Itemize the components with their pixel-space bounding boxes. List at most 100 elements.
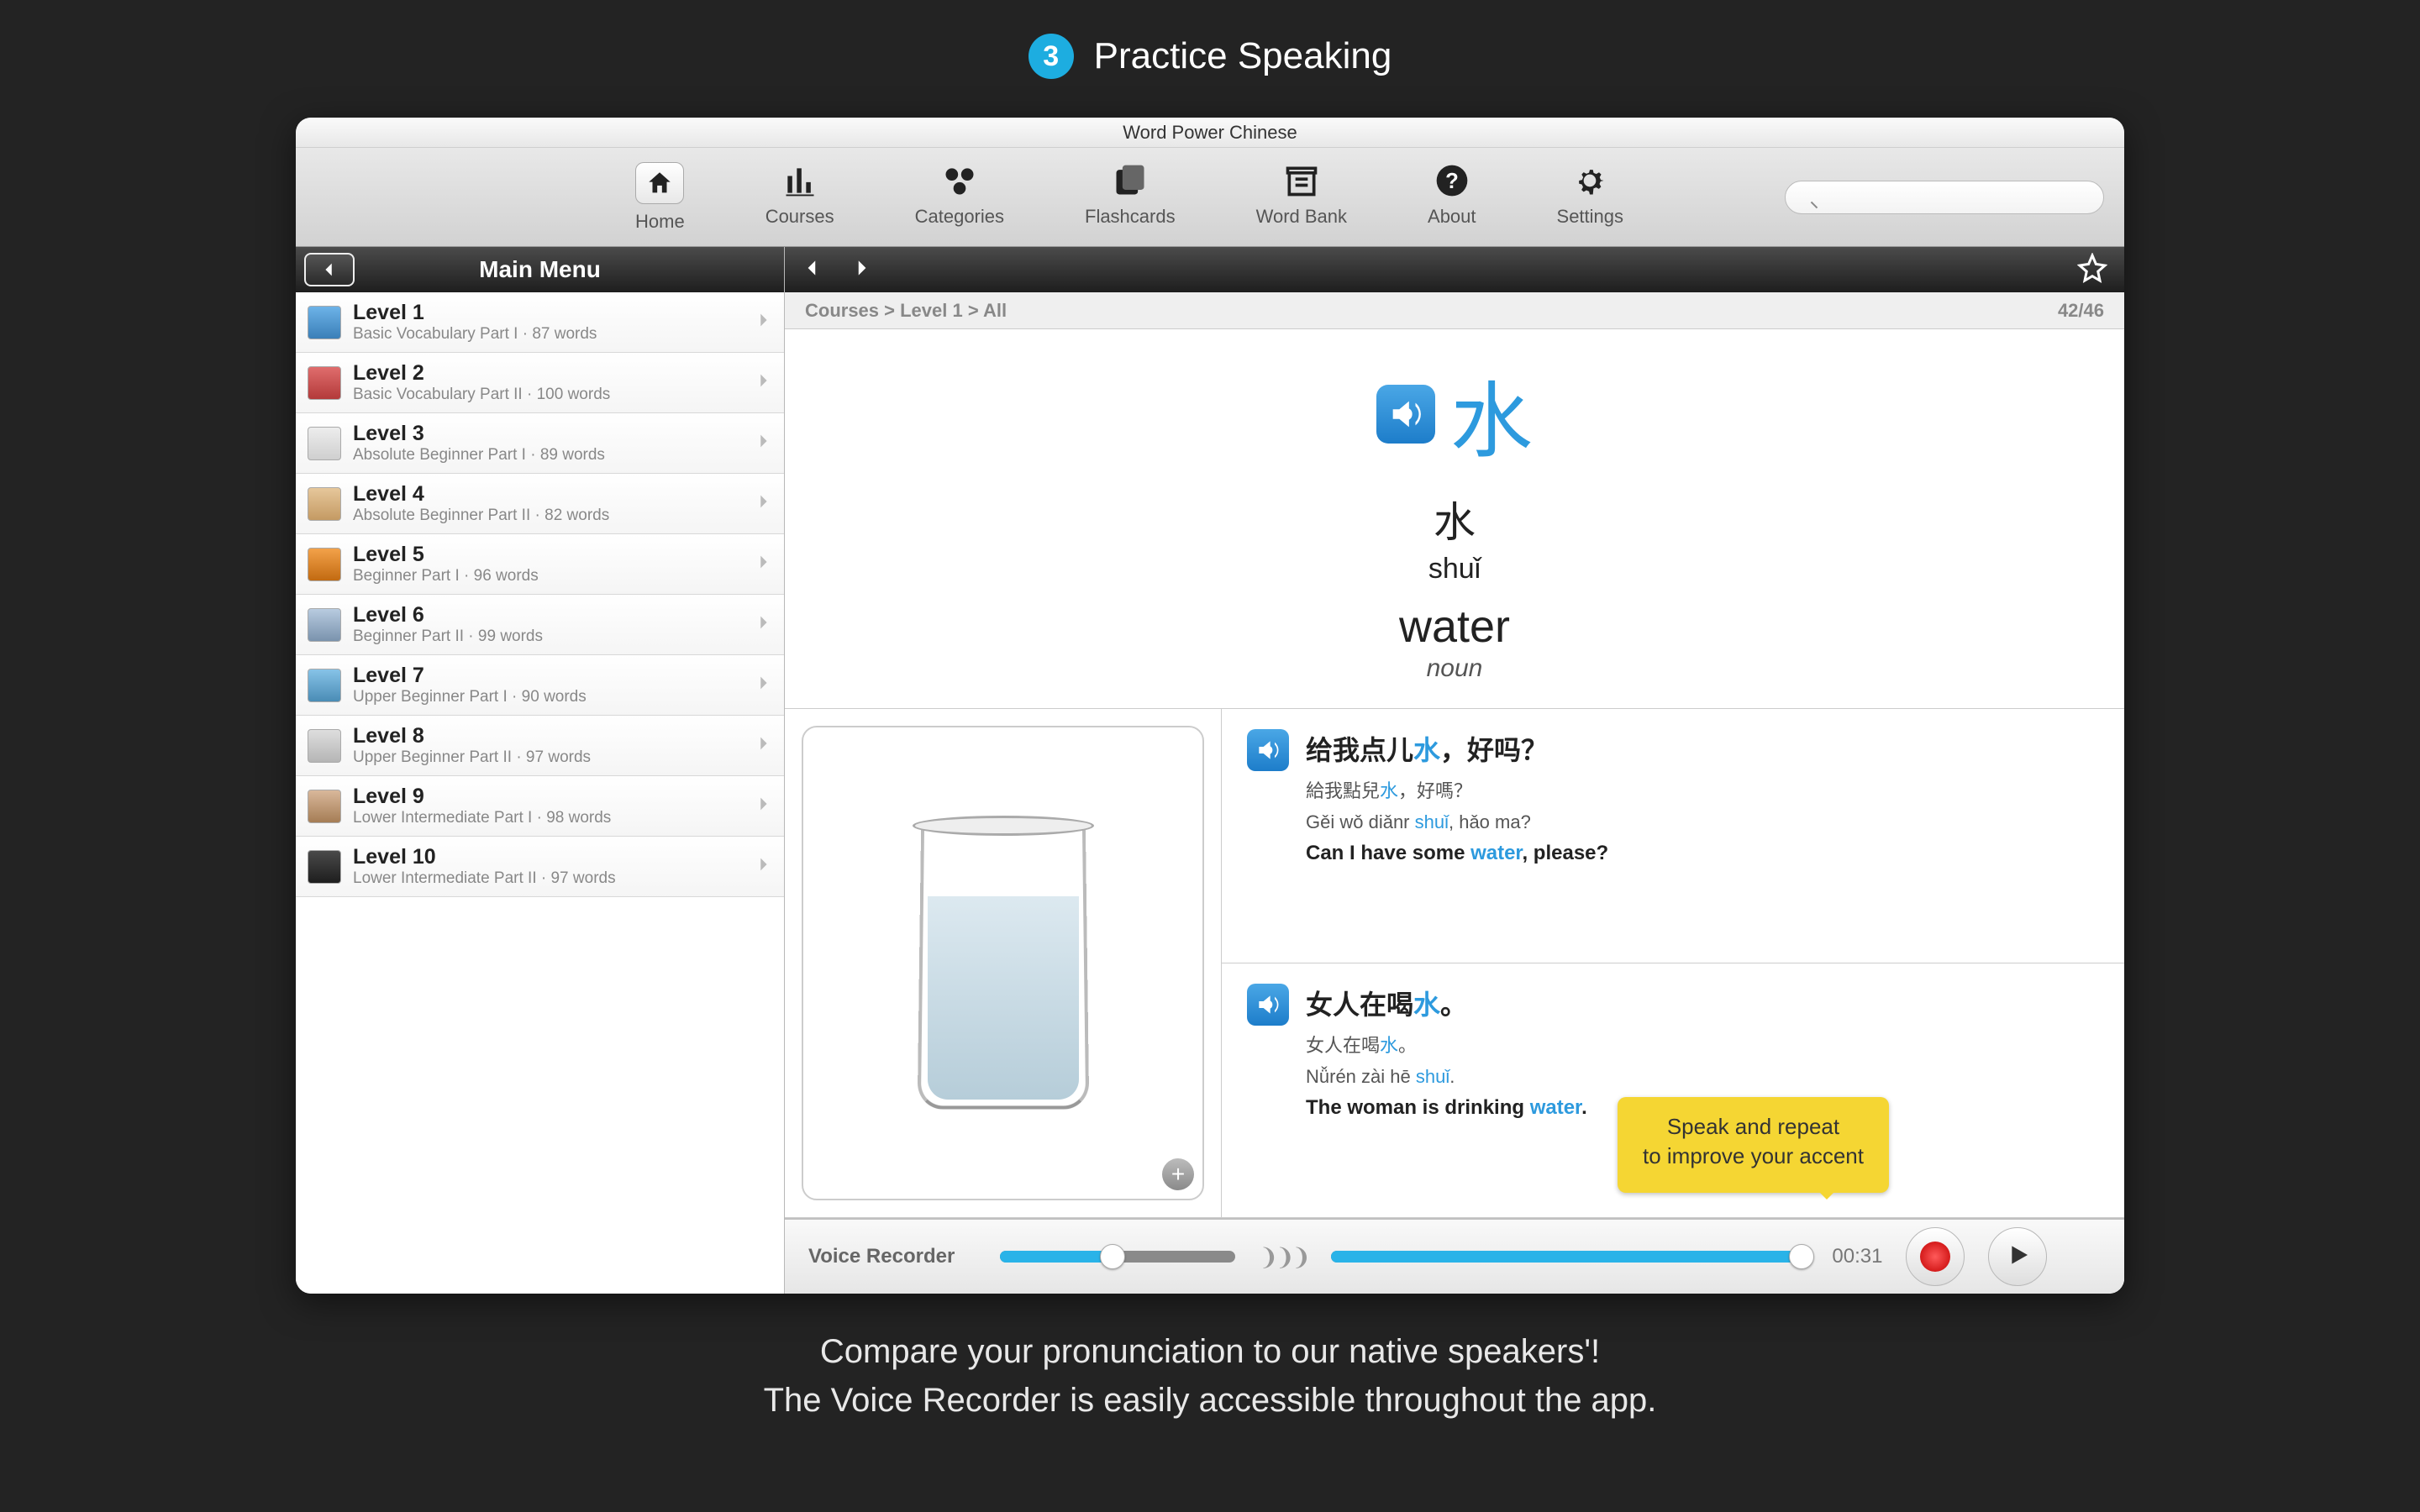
level-thumb (308, 669, 341, 702)
record-icon (1920, 1242, 1950, 1272)
settings-button[interactable]: Settings (1557, 162, 1624, 233)
chart-icon (781, 162, 818, 199)
categories-label: Categories (915, 206, 1004, 228)
chevron-right-icon (754, 553, 772, 575)
question-icon: ? (1434, 162, 1470, 199)
water-glass-illustration (919, 821, 1087, 1106)
word-part-of-speech: noun (785, 654, 2124, 683)
level-name: Level 4 (353, 482, 742, 507)
toolbar: Home Courses Categories Flashcards Word … (296, 148, 2124, 247)
card-navbar (785, 247, 2124, 292)
sentence-simplified: 给我点儿水，好吗？ (1306, 729, 1608, 768)
breadcrumb-path: Courses > Level 1 > All (805, 300, 1007, 322)
sidebar-item-level-1[interactable]: Level 1Basic Vocabulary Part I · 87 word… (296, 292, 784, 353)
flashcards-label: Flashcards (1085, 206, 1176, 228)
sidebar-item-level-8[interactable]: Level 8Upper Beginner Part II · 97 words (296, 716, 784, 776)
play-sentence-audio-button[interactable] (1247, 729, 1289, 771)
chevron-right-icon (754, 311, 772, 333)
sidebar-item-level-2[interactable]: Level 2Basic Vocabulary Part II · 100 wo… (296, 353, 784, 413)
level-name: Level 6 (353, 603, 742, 627)
courses-button[interactable]: Courses (765, 162, 834, 233)
wordbank-button[interactable]: Word Bank (1256, 162, 1347, 233)
sidebar-item-level-9[interactable]: Level 9Lower Intermediate Part I · 98 wo… (296, 776, 784, 837)
level-name: Level 8 (353, 724, 742, 748)
about-label: About (1428, 206, 1476, 228)
search-input[interactable] (1785, 181, 2104, 214)
word-pinyin: shuǐ (785, 553, 2124, 585)
sentence-simplified: 女人在喝水。 (1306, 984, 1587, 1022)
level-thumb (308, 608, 341, 642)
recorder-time: 00:31 (1832, 1245, 1882, 1268)
card-counter: 42/46 (2058, 300, 2104, 322)
sidebar-item-level-7[interactable]: Level 7Upper Beginner Part I · 90 words (296, 655, 784, 716)
chevron-right-icon (754, 371, 772, 394)
level-thumb (308, 729, 341, 763)
next-card-button[interactable] (850, 257, 872, 283)
record-button[interactable] (1906, 1227, 1965, 1286)
main-panel: Courses > Level 1 > All 42/46 水 水 shuǐ w… (785, 247, 2124, 1294)
level-name: Level 5 (353, 543, 742, 567)
chevron-right-icon (754, 674, 772, 696)
step-number-badge: 3 (1028, 34, 1074, 79)
sidebar-header: Main Menu (296, 247, 784, 292)
sidebar-item-level-10[interactable]: Level 10Lower Intermediate Part II · 97 … (296, 837, 784, 897)
level-thumb (308, 306, 341, 339)
chevron-right-icon (754, 855, 772, 878)
level-thumb (308, 790, 341, 823)
play-recording-button[interactable] (1988, 1227, 2047, 1286)
zoom-image-button[interactable]: + (1162, 1158, 1194, 1190)
about-button[interactable]: ? About (1428, 162, 1476, 233)
play-icon (2004, 1242, 2031, 1273)
callout-line1: Speak and repeat (1643, 1112, 1864, 1142)
word-header: 水 水 shuǐ water noun (785, 329, 2124, 709)
favorite-button[interactable] (2077, 253, 2107, 287)
sentence-row: 给我点儿水，好吗？ 給我點兒水，好嗎？ Gěi wǒ diǎnr shuǐ, hǎo… (1222, 709, 2124, 963)
sentence-traditional: 給我點兒水，好嗎？ (1306, 776, 1608, 803)
back-button[interactable] (304, 253, 355, 286)
play-sentence-audio-button[interactable] (1247, 984, 1289, 1026)
app-window: Word Power Chinese Home Courses Categori… (296, 118, 2124, 1294)
svg-text:?: ? (1445, 170, 1459, 193)
level-subtitle: Absolute Beginner Part II · 82 words (353, 507, 742, 525)
level-subtitle: Upper Beginner Part I · 90 words (353, 688, 742, 706)
image-panel: + (785, 709, 1222, 1217)
level-thumb (308, 366, 341, 400)
chevron-right-icon (754, 492, 772, 515)
wordbank-label: Word Bank (1256, 206, 1347, 228)
home-icon (635, 162, 684, 204)
page-banner: 3 Practice Speaking (0, 0, 2420, 79)
native-audio-track[interactable] (1331, 1251, 1802, 1263)
user-recording-track[interactable] (1000, 1251, 1235, 1263)
detail-area: + 给我点儿水，好吗？ 給我點兒水，好嗎？ Gěi wǒ diǎnr shuǐ, h… (785, 709, 2124, 1218)
sentence-pinyin: Gěi wǒ diǎnr shuǐ, hǎo ma? (1306, 811, 1608, 833)
tip-callout: Speak and repeat to improve your accent (1618, 1097, 1889, 1193)
callout-line2: to improve your accent (1643, 1142, 1864, 1171)
categories-button[interactable]: Categories (915, 162, 1004, 233)
sidebar-item-level-6[interactable]: Level 6Beginner Part II · 99 words (296, 595, 784, 655)
sentence-pinyin: Nǚrén zài hē shuǐ. (1306, 1066, 1587, 1088)
sidebar-item-level-5[interactable]: Level 5Beginner Part I · 96 words (296, 534, 784, 595)
flashcards-button[interactable]: Flashcards (1085, 162, 1176, 233)
level-list[interactable]: Level 1Basic Vocabulary Part I · 87 word… (296, 292, 784, 1294)
level-thumb (308, 850, 341, 884)
prev-card-button[interactable] (802, 257, 823, 283)
level-name: Level 7 (353, 664, 742, 688)
search-wrap (1785, 181, 2104, 214)
courses-label: Courses (765, 206, 834, 228)
level-subtitle: Beginner Part II · 99 words (353, 627, 742, 646)
voice-recorder-bar: Voice Recorder ❩❩❩ 00:31 (785, 1218, 2124, 1294)
sentence-traditional: 女人在喝水。 (1306, 1031, 1587, 1058)
chevron-right-icon (754, 734, 772, 757)
word-native: 水 (785, 489, 2124, 549)
word-character: 水 (1450, 354, 1533, 474)
footer-caption: Compare your pronunciation to our native… (0, 1327, 2420, 1425)
level-subtitle: Basic Vocabulary Part I · 87 words (353, 325, 742, 344)
sidebar-item-level-4[interactable]: Level 4Absolute Beginner Part II · 82 wo… (296, 474, 784, 534)
play-word-audio-button[interactable] (1376, 385, 1435, 444)
banner-title: Practice Speaking (1094, 35, 1392, 77)
wordbank-icon (1283, 162, 1320, 199)
footer-line2: The Voice Recorder is easily accessible … (0, 1376, 2420, 1425)
voice-recorder-label: Voice Recorder (808, 1245, 976, 1268)
sidebar-item-level-3[interactable]: Level 3Absolute Beginner Part I · 89 wor… (296, 413, 784, 474)
home-button[interactable]: Home (635, 162, 685, 233)
